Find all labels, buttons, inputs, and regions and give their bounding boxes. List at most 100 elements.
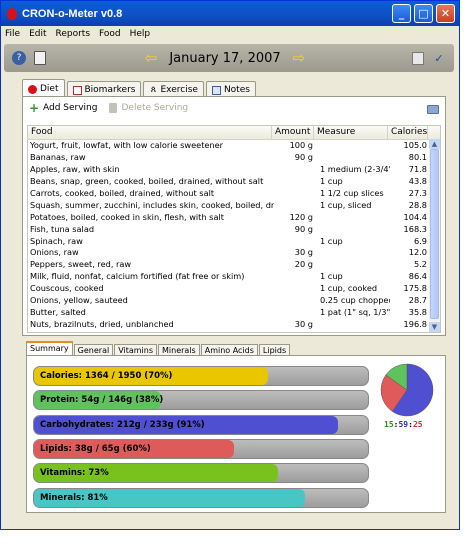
nutrient-bar: Lipids: 38g / 65g (60%) [33,438,369,459]
table-row[interactable]: Apples, raw, with skin 1 medium (2-3/4" d… [28,164,440,176]
table-row[interactable]: Peppers, sweet, red, raw 20 g 5.2 [28,259,440,271]
amount-cell: 120 g [289,211,313,222]
food-cell: Bananas, raw [30,151,86,162]
calories-cell: 86.4 [408,271,427,282]
table-row[interactable]: Onions, raw 30 g 12.0 [28,247,440,259]
measure-cell [316,152,390,164]
food-cell: Nuts, brazilnuts, dried, unblanched [30,319,174,330]
scroll-up-arrow-icon[interactable]: ▲ [429,139,440,149]
col-calories[interactable]: Calories [388,126,428,139]
calories-cell: 12.0 [408,247,427,258]
amount-cell [274,307,316,319]
col-amount[interactable]: Amount [272,126,314,139]
calories-cell: 104.4 [403,211,427,222]
menu-food[interactable]: Food [99,29,121,39]
previous-day-arrow-icon[interactable]: ⇦ [145,49,158,67]
table-body: Yogurt, fruit, lowfat, with low calorie … [28,140,440,331]
table-row[interactable]: Beans, snap, green, cooked, boiled, drai… [28,176,440,188]
measure-cell: 1 cup, cooked [320,283,378,294]
plus-icon: + [29,101,40,115]
copy-day-icon[interactable] [412,51,424,65]
close-button[interactable]: ✕ [436,4,455,23]
help-icon[interactable]: ? [12,51,26,65]
date-navigator: ⇦ January 17, 2007 ⇨ [46,49,404,67]
chart-icon [72,85,82,95]
food-cell: Milk, fluid, nonfat, calcium fortified (… [30,271,245,282]
nutrient-bar-label: Lipids: 38g / 65g (60%) [40,443,151,454]
minimize-button[interactable]: _ [392,4,411,23]
food-cell: Fish, tuna salad [30,223,95,234]
calories-cell: 80.1 [408,151,427,162]
menu-reports[interactable]: Reports [56,29,91,39]
calories-cell: 6.9 [413,235,427,246]
title-bar: CRON-o-Meter v0.8 _ □ ✕ [1,1,459,26]
current-date: January 17, 2007 [169,50,281,66]
print-icon[interactable] [427,105,439,114]
table-row[interactable]: Nuts, brazilnuts, dried, unblanched 30 g 1… [28,319,440,331]
next-day-arrow-icon[interactable]: ⇨ [293,49,306,67]
scroll-down-arrow-icon[interactable]: ▼ [429,322,440,332]
trash-icon [109,103,118,113]
menu-help[interactable]: Help [130,29,151,39]
nutrient-bar: Protein: 54g / 146g (38%) [33,390,369,411]
food-cell: Couscous, cooked [30,283,104,294]
nutrient-bar-label: Vitamins: 73% [40,468,109,479]
col-measure[interactable]: Measure [314,126,388,139]
measure-cell [316,319,390,331]
scrollbar-thumb[interactable] [430,149,439,319]
ratio-protein: 59 [398,420,409,429]
amount-cell: 90 g [294,223,313,234]
measure-cell [316,224,390,236]
calories-cell: 35.8 [408,307,427,318]
amount-cell: 30 g [294,319,313,330]
food-cell: Squash, summer, zucchini, includes skin,… [30,199,274,210]
nutrient-bar: Minerals: 81% [33,487,369,508]
food-cell: Butter, salted [30,307,86,318]
calculator-icon[interactable] [34,51,46,65]
nutrient-bar-label: Protein: 54g / 146g (38%) [40,395,164,406]
measure-cell [316,247,390,259]
table-row[interactable]: Butter, salted 1 pat (1" sq, 1/3" hi... 35… [28,307,440,319]
calories-cell: 5.2 [413,259,427,270]
calories-cell: 28.8 [408,199,427,210]
table-row[interactable]: Yogurt, fruit, lowfat, with low calorie … [28,140,440,152]
table-row[interactable]: Bananas, raw 90 g 80.1 [28,152,440,164]
tab-notes-label: Notes [223,85,250,95]
amount-cell [274,236,316,248]
notes-icon [211,85,221,95]
add-serving-button[interactable]: + Add Serving [29,101,98,115]
check-icon[interactable]: ✓ [432,51,446,65]
amount-cell [274,295,316,307]
food-cell: Onions, raw [30,247,79,258]
calories-cell: 71.8 [408,163,427,174]
table-row[interactable]: Couscous, cooked 1 cup, cooked 175.8 [28,283,440,295]
tab-biomarkers-label: Biomarkers [84,85,136,95]
measure-cell: 0.25 cup chopped [320,295,390,306]
measure-cell: 1 medium (2-3/4" di... [320,163,390,174]
amount-cell: 90 g [294,151,313,162]
table-row[interactable]: Fish, tuna salad 90 g 168.3 [28,224,440,236]
table-header: Food Amount Measure Calories [28,126,440,140]
calories-cell: 175.8 [403,283,427,294]
nutrient-bar-label: Minerals: 81% [40,492,108,503]
food-cell: Apples, raw, with skin [30,163,120,174]
add-serving-label: Add Serving [43,103,98,113]
col-food[interactable]: Food [28,126,272,139]
ratio-carb: 15 [384,420,394,429]
table-row[interactable]: Onions, yellow, sauteed 0.25 cup chopped 2… [28,295,440,307]
nutrient-bar: Vitamins: 73% [33,463,369,484]
amount-cell [274,200,316,212]
table-scrollbar[interactable]: ▲ ▼ [429,139,440,332]
maximize-button[interactable]: □ [414,4,433,23]
window-title: CRON-o-Meter v0.8 [22,7,123,20]
menu-file[interactable]: File [5,29,20,39]
table-row[interactable]: Potatoes, boiled, cooked in skin, flesh,… [28,212,440,224]
table-row[interactable]: Milk, fluid, nonfat, calcium fortified (… [28,271,440,283]
table-row[interactable]: Spinach, raw 1 cup 6.9 [28,236,440,248]
table-row[interactable]: Carrots, cooked, boiled, drained, withou… [28,188,440,200]
nutrient-bar-label: Carbohydrates: 212g / 233g (91%) [40,419,205,430]
delete-serving-button[interactable]: Delete Serving [109,103,188,113]
menu-edit[interactable]: Edit [29,29,46,39]
calories-cell: 27.3 [408,187,427,198]
table-row[interactable]: Squash, summer, zucchini, includes skin,… [28,200,440,212]
